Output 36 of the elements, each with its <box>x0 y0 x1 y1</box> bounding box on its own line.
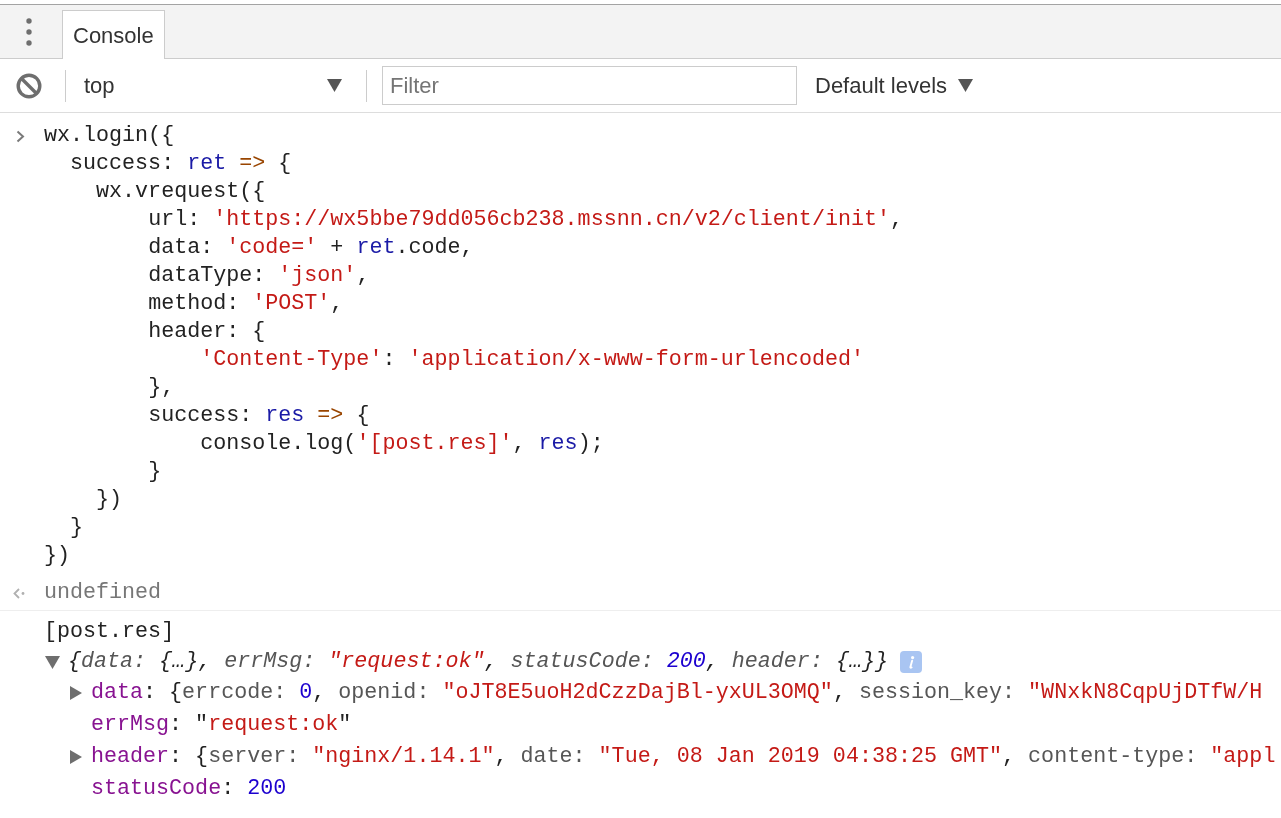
code-line: wx.vrequest({ <box>96 177 266 206</box>
context-select[interactable]: top <box>84 65 358 106</box>
code-line: wx.login({ <box>44 121 175 150</box>
caret-icon <box>327 79 342 92</box>
triangle-right-icon[interactable] <box>70 686 82 700</box>
property-text: statusCode: 200 <box>91 774 287 803</box>
code-line: } <box>70 513 84 542</box>
code-line: header: { <box>148 317 266 346</box>
result-text: undefined <box>44 578 162 607</box>
prohibition-icon[interactable] <box>16 72 42 99</box>
prompt-chevron-icon <box>16 129 25 143</box>
code-line: }) <box>96 485 123 514</box>
code-line: 'Content-Type': 'application/x-www-form-urlencoded' <box>200 345 864 374</box>
code-line: data: 'code=' + ret.code, <box>148 233 474 262</box>
code-line: }, <box>148 373 175 402</box>
more-options-icon[interactable] <box>26 17 32 46</box>
code-line: }) <box>44 541 71 570</box>
code-line: } <box>148 457 162 486</box>
filter-input[interactable]: Filter <box>382 66 797 105</box>
code-line: dataType: 'json', <box>148 261 370 290</box>
levels-dropdown[interactable]: Default levels <box>815 65 974 106</box>
property-text: data: {errcode: 0, openid: "oJT8E5uoH2dCzzDajBl-yxUL3OMQ", session_key: "WNxkN8CqpUjDTfW/H <box>91 678 1263 707</box>
code-line: url: 'https://wx5bbe79dd056cb238.mssnn.cn/v2/client/init', <box>148 205 903 234</box>
return-chevron-icon <box>13 587 25 599</box>
code-line: console.log('[post.res]', res); <box>200 429 604 458</box>
log-message: [post.res] <box>44 618 175 647</box>
code-line: success: ret => { <box>70 149 292 178</box>
code-line: method: 'POST', <box>148 289 344 318</box>
caret-icon <box>958 79 974 92</box>
triangle-right-icon[interactable] <box>70 750 82 764</box>
triangle-down-icon[interactable] <box>45 655 60 669</box>
property-text: header: {server: "nginx/1.14.1", date: "Tue, 08 Jan 2019 04:38:25 GMT", content-type: "appl <box>91 742 1276 771</box>
object-preview: {data: {…}, errMsg: "request:ok", statusCode: 200, header: {…}} <box>68 647 888 676</box>
console-tab[interactable]: Console <box>62 10 165 59</box>
property-text: errMsg: "request:ok" <box>91 710 352 739</box>
code-line: success: res => { <box>148 401 370 430</box>
